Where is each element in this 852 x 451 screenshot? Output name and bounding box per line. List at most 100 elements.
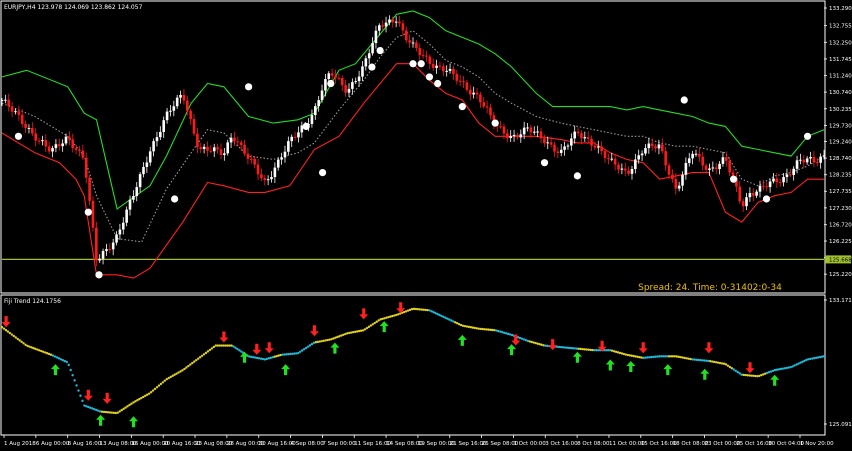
trend-dot [297,351,300,355]
bear-candle [479,94,482,103]
bear-candle [502,126,506,134]
bear-candle [556,151,560,153]
bull-candle [121,222,125,230]
bear-candle [192,119,196,134]
bull-candle [128,199,132,210]
bull-candle [317,100,320,107]
bear-candle [246,153,250,159]
bull-candle [637,155,641,160]
trend-dot [73,379,76,382]
trend-dot [302,348,306,351]
trend-dot [206,350,210,353]
indicator-header: Fiji Trend 124.1756 [4,298,61,305]
bear-candle [455,73,459,81]
time-axis-label: 6 Aug 00:00 [36,441,70,447]
bear-candle [664,151,667,166]
bear-candle [576,131,580,134]
status-text: Spread: 24. Time: 0-31402:0-34 [638,283,782,293]
trend-dot [130,402,133,405]
bear-candle [815,162,819,164]
trend-dot [212,345,216,349]
trend-dot [118,410,121,413]
bull-candle [132,196,135,200]
bull-candle [657,144,661,149]
bear-candle [762,185,765,187]
bull-candle [610,158,614,160]
bull-candle [354,81,358,83]
bear-candle [260,174,263,179]
signal-dot-marker [409,60,417,68]
signal-dot-marker [14,132,23,140]
trend-dot [10,333,14,336]
bear-candle [654,146,657,149]
trend-dot [183,367,186,371]
price-axis-label: 129.240 [829,140,852,146]
trend-dot [728,365,732,369]
bull-candle [785,174,789,177]
bear-candle [539,131,543,139]
bear-candle [468,89,472,95]
time-axis-label: 7 Sep 00:00 [322,441,356,447]
bull-candle [276,159,280,168]
bull-candle [522,127,526,135]
price-axis-label: 128.740 [829,156,852,162]
price-axis-label: 127.735 [829,189,852,195]
bull-candle [27,127,31,129]
trend-dot [306,345,310,348]
bear-candle [17,111,21,115]
bull-candle [115,234,118,243]
signal-dot-marker [368,63,376,71]
bear-candle [698,153,701,157]
bull-candle [758,185,762,192]
bear-candle [789,174,792,176]
bull-candle [570,138,573,146]
trend-dot [153,387,157,391]
bull-candle [310,115,314,124]
bull-candle [179,94,182,98]
trend-dot [726,364,730,367]
trend-dot [151,389,155,392]
bull-candle [519,134,523,138]
bull-candle [563,146,566,150]
bull-candle [445,70,448,72]
bear-candle [263,178,267,181]
bear-candle [458,80,462,82]
bull-candle [229,137,233,143]
bear-candle [475,92,479,95]
price-axis-label: 133.290 [829,6,852,12]
bull-candle [448,68,452,71]
bear-candle [189,110,192,120]
trading-chart[interactable]: 133.290 132.755 132.250 131.745 131.240 130.7… [0,0,852,451]
bull-candle [711,167,715,169]
bull-candle [394,21,398,23]
trend-dot [308,344,312,347]
signal-dot-marker [540,159,549,167]
trend-dot [18,339,21,342]
trend-dot [373,321,376,325]
bear-candle [391,19,395,23]
trend-dot [371,323,374,326]
bull-candle [374,30,378,44]
bear-candle [182,94,186,101]
trend-dot [732,368,735,371]
bear-candle [196,133,199,148]
bear-candle [185,100,189,111]
bear-candle [68,136,71,140]
bear-candle [499,126,502,128]
trend-dot [367,325,371,329]
bear-candle [239,142,243,145]
trend-dot [120,408,123,412]
trend-dot [12,334,15,338]
price-axis-label: 126.225 [829,239,852,245]
bear-candle [623,168,627,171]
bull-candle [799,159,802,161]
bear-candle [421,55,425,57]
bear-candle [425,55,428,57]
bull-candle [630,169,634,174]
trend-dot [238,349,241,352]
bull-candle [0,100,4,102]
bull-candle [718,163,721,170]
bear-candle [704,165,708,170]
bull-candle [782,176,785,183]
bear-candle [7,99,11,107]
